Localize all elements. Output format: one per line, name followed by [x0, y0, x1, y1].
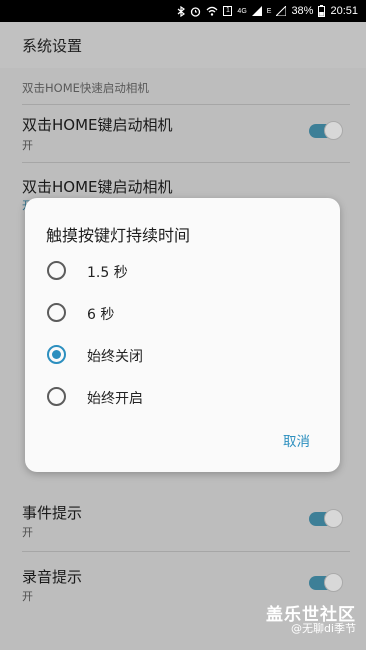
option-label: 1.5 秒 — [87, 265, 128, 281]
option-always-on[interactable]: 始终开启 — [25, 377, 340, 417]
setting-item-event-alert[interactable]: 事件提示 开 — [0, 492, 366, 548]
option-label: 6 秒 — [87, 307, 115, 323]
option-6-seconds[interactable]: 6 秒 — [25, 293, 340, 333]
sim-label: 1 — [223, 6, 233, 16]
radio-button[interactable] — [47, 387, 66, 406]
radio-button-selected[interactable] — [47, 345, 66, 364]
radio-button[interactable] — [47, 303, 66, 322]
radio-button[interactable] — [47, 261, 66, 280]
option-1-5-seconds[interactable]: 1.5 秒 — [25, 251, 340, 291]
battery-percent: 38% — [291, 5, 314, 17]
bluetooth-icon — [177, 5, 186, 17]
setting-item-double-home[interactable]: 双击HOME键启动相机 开 — [0, 108, 366, 164]
wifi-icon — [206, 6, 218, 16]
toggle-switch[interactable] — [309, 572, 343, 592]
battery-icon — [318, 5, 326, 17]
app-bar: 系统设置 — [0, 22, 366, 68]
option-label: 始终开启 — [87, 391, 143, 407]
sim-icon: 1 — [223, 6, 233, 16]
setting-title: 事件提示 — [22, 504, 83, 522]
clock: 20:51 — [330, 5, 358, 17]
duration-dialog: 触摸按键灯持续时间 1.5 秒 6 秒 始终关闭 始终开启 取消 — [25, 198, 340, 472]
toggle-switch[interactable] — [309, 508, 343, 528]
option-label: 始终关闭 — [87, 349, 143, 365]
alarm-icon — [190, 6, 201, 17]
page-title: 系统设置 — [22, 36, 83, 55]
toggle-thumb — [324, 509, 343, 528]
divider — [22, 551, 350, 552]
setting-subtitle: 开 — [22, 590, 33, 603]
setting-title: 双击HOME键启动相机 — [22, 116, 173, 134]
section-header: 双击HOME快速启动相机 — [22, 81, 149, 95]
setting-subtitle: 开 — [22, 526, 33, 539]
cancel-button[interactable]: 取消 — [283, 430, 310, 450]
toggle-thumb — [324, 573, 343, 592]
watermark-user: @无聊di季节 — [290, 622, 356, 635]
toggle-switch[interactable] — [309, 120, 343, 140]
setting-title: 双击HOME键启动相机 — [22, 178, 173, 196]
network-label: 4G — [237, 7, 247, 15]
e-label: E — [266, 7, 272, 15]
setting-subtitle: 开 — [22, 139, 33, 152]
signal-icon-2 — [276, 6, 287, 16]
signal-icon — [251, 6, 262, 16]
dialog-title: 触摸按键灯持续时间 — [46, 226, 191, 245]
toggle-thumb — [324, 121, 343, 140]
status-bar: 1 4G E 38% 20:51 — [0, 0, 366, 22]
divider — [22, 104, 350, 105]
option-always-off[interactable]: 始终关闭 — [25, 335, 340, 375]
setting-title: 录音提示 — [22, 568, 83, 586]
divider — [22, 162, 350, 163]
